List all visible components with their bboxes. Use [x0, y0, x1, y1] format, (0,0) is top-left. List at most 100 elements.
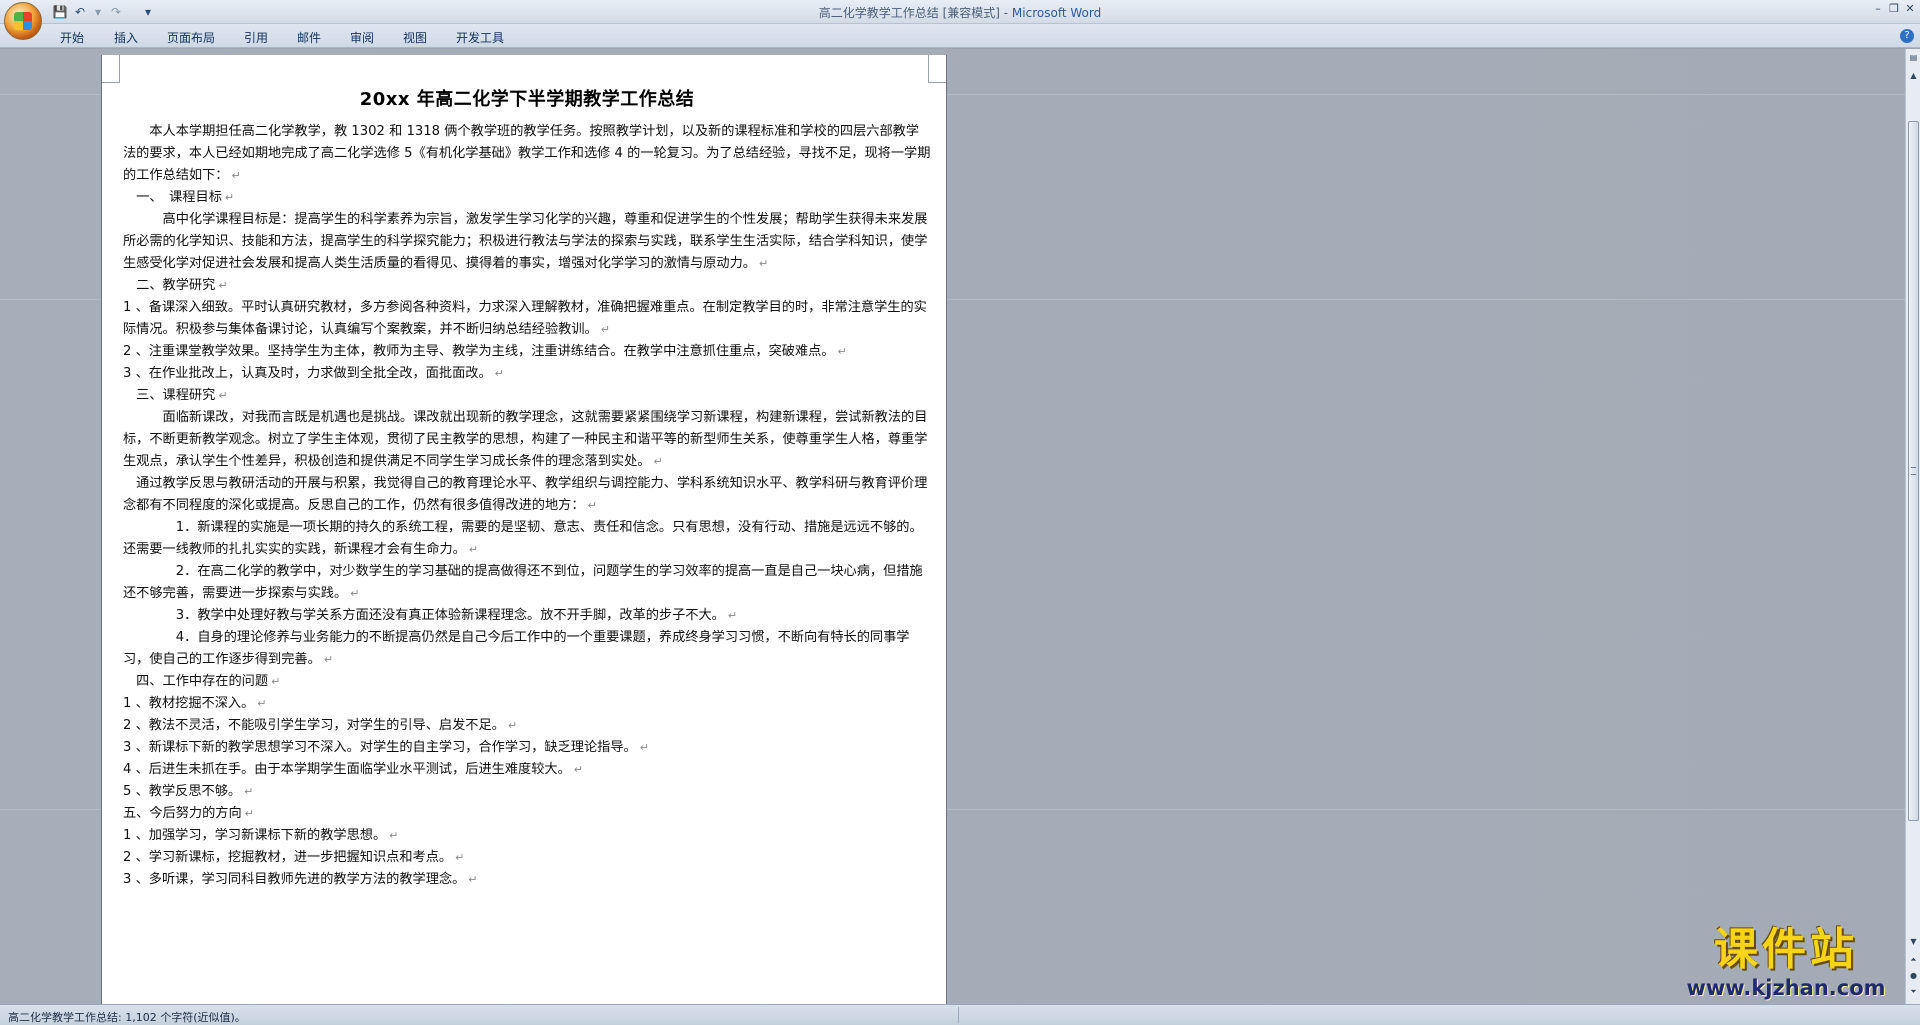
paragraph-mark-icon: ↵: [244, 807, 254, 820]
document-body[interactable]: 20xx 年高二化学下半学期教学工作总结 本人本学期担任高二化学教学，教 130…: [123, 85, 931, 891]
tab-mailings[interactable]: 邮件: [297, 29, 321, 46]
paragraph-text: 3 、在作业批改上，认真及时，力求做到全批全改，面批面改。: [123, 366, 492, 381]
paragraph-text: 一、 课程目标: [123, 190, 222, 205]
document-paragraph: 2 、教法不灵活，不能吸引学生学习，对学生的引导、启发不足。 ↵: [123, 715, 931, 737]
help-icon[interactable]: ?: [1900, 29, 1914, 43]
paragraph-text: 3 、新课标下新的教学思想学习不深入。对学生的自主学习，合作学习，缺乏理论指导。: [123, 740, 637, 755]
document-paragraph: 2 、注重课堂教学效果。坚持学生为主体，教师为主导、教学为主线，注重讲练结合。在…: [123, 341, 931, 363]
tab-page-layout[interactable]: 页面布局: [167, 29, 215, 46]
paragraph-mark-icon: ↵: [494, 367, 504, 380]
watermark-logo: 课件站 www.kjzhan.com: [1668, 924, 1904, 1002]
document-paragraph: 四、工作中存在的问题 ↵: [123, 671, 931, 693]
document-paragraph: 3 、多听课，学习同科目教师先进的教学方法的教学理念。 ↵: [123, 869, 931, 891]
paragraph-text: 通过教学反思与教研活动的开展与积累，我觉得自己的教育理论水平、教学组织与调控能力…: [123, 476, 928, 513]
document-paragraph: 2 、学习新课标，挖掘教材，进一步把握知识点和考点。 ↵: [123, 847, 931, 869]
title-bar: 💾 ↶ ▾ ↷ ▾ 高二化学教学工作总结 [兼容模式] - Microsoft …: [0, 0, 1920, 24]
document-paragraph: 1．新课程的实施是一项长期的持久的系统工程，需要的是坚韧、意志、责任和信念。只有…: [123, 517, 931, 561]
document-paragraph: 3 、在作业批改上，认真及时，力求做到全批全改，面批面改。 ↵: [123, 363, 931, 385]
paragraph-mark-icon: ↵: [231, 169, 241, 182]
paragraph-text: 面临新课改，对我而言既是机遇也是挑战。课改就出现新的教学理念，这就需要紧紧围绕学…: [123, 410, 928, 469]
paragraph-mark-icon: ↵: [587, 499, 597, 512]
next-page-icon[interactable]: ⏷: [1907, 985, 1920, 999]
vertical-scrollbar[interactable]: ▤ ▲ ▼ ⏶ ● ⏷: [1905, 49, 1920, 1004]
document-paragraph: 2．在高二化学的教学中，对少数学生的学习基础的提高做得还不到位，问题学生的学习效…: [123, 561, 931, 605]
restore-icon[interactable]: ❐: [1886, 2, 1902, 16]
paragraph-mark-icon: ↵: [727, 609, 738, 622]
paragraph-mark-icon: ↵: [244, 785, 254, 798]
document-heading: 20xx 年高二化学下半学期教学工作总结: [359, 89, 695, 110]
ribbon-tabs: 开始 插入 页面布局 引用 邮件 审阅 视图 开发工具 ?: [0, 24, 1920, 48]
paragraph-text: 1 、加强学习，学习新课标下新的教学思想。: [123, 828, 387, 843]
paragraph-mark-icon: ↵: [507, 719, 518, 732]
scrollbar-grip: [1911, 467, 1916, 475]
tab-home[interactable]: 开始: [60, 29, 84, 46]
tab-review[interactable]: 审阅: [350, 29, 374, 46]
paragraph-mark-icon: ↵: [271, 675, 281, 688]
document-workspace: 20xx 年高二化学下半学期教学工作总结 本人本学期担任高二化学教学，教 130…: [0, 49, 1905, 1004]
document-name: 高二化学教学工作总结 [兼容模式] -: [818, 6, 1012, 20]
document-paragraph: 一、 课程目标 ↵: [123, 187, 931, 209]
scroll-up-icon[interactable]: ▲: [1907, 69, 1920, 83]
paragraph-mark-icon: ↵: [257, 697, 267, 710]
paragraph-text: 本人本学期担任高二化学教学，教 1302 和 1318 俩个教学班的教学任务。按…: [123, 124, 931, 183]
paragraph-text: 1 、备课深入细致。平时认真研究教材，多方参阅各种资料，力求深入理解教材，准确把…: [123, 300, 927, 337]
paragraph-mark-icon: ↵: [224, 191, 235, 204]
document-paragraph: 通过教学反思与教研活动的开展与积累，我觉得自己的教育理论水平、教学组织与调控能力…: [123, 473, 931, 517]
office-button-icon[interactable]: [4, 2, 42, 40]
paragraph-mark-icon: ↵: [218, 389, 228, 402]
paragraph-text: 2 、教法不灵活，不能吸引学生学习，对学生的引导、启发不足。: [123, 718, 505, 733]
paragraph-mark-icon: ↵: [468, 873, 478, 886]
tab-developer[interactable]: 开发工具: [456, 29, 504, 46]
document-paragraph: 4．自身的理论修养与业务能力的不断提高仍然是自己今后工作中的一个重要课题，养成终…: [123, 627, 931, 671]
paragraph-mark-icon: ↵: [350, 587, 360, 600]
ruler-toggle-icon[interactable]: ▤: [1907, 51, 1920, 65]
tab-view[interactable]: 视图: [403, 29, 427, 46]
tab-insert[interactable]: 插入: [114, 29, 138, 46]
paragraph-mark-icon: ↵: [639, 741, 649, 754]
paragraph-text: 4．自身的理论修养与业务能力的不断提高仍然是自己今后工作中的一个重要课题，养成终…: [123, 630, 910, 667]
scrollbar-thumb[interactable]: [1908, 121, 1919, 821]
document-page[interactable]: 20xx 年高二化学下半学期教学工作总结 本人本学期担任高二化学教学，教 130…: [101, 55, 947, 1004]
paragraph-mark-icon: ↵: [759, 257, 769, 270]
paragraph-mark-icon: ↵: [218, 279, 228, 292]
scroll-down-icon[interactable]: ▼: [1907, 935, 1920, 949]
paragraph-mark-icon: ↵: [389, 829, 399, 842]
paragraph-text: 五、今后努力的方向: [123, 806, 242, 821]
paragraph-text: 2．在高二化学的教学中，对少数学生的学习基础的提高做得还不到位，问题学生的学习效…: [123, 564, 923, 601]
document-paragraph: 三、课程研究 ↵: [123, 385, 931, 407]
paragraph-text: 三、课程研究: [123, 388, 216, 403]
close-icon[interactable]: ✕: [1902, 2, 1918, 16]
paragraph-text: 高中化学课程目标是：提高学生的科学素养为宗旨，激发学生学习化学的兴趣，尊重和促进…: [123, 212, 928, 271]
paragraph-list: 本人本学期担任高二化学教学，教 1302 和 1318 俩个教学班的教学任务。按…: [123, 121, 931, 891]
document-paragraph: 五、今后努力的方向 ↵: [123, 803, 931, 825]
paragraph-text: 二、教学研究: [123, 278, 216, 293]
margin-corner-right: [928, 55, 946, 83]
document-paragraph: 5 、教学反思不够。 ↵: [123, 781, 931, 803]
paragraph-mark-icon: ↵: [468, 543, 479, 556]
tab-references[interactable]: 引用: [244, 29, 268, 46]
prev-page-icon[interactable]: ⏶: [1907, 953, 1920, 967]
paragraph-text: 5 、教学反思不够。: [123, 784, 242, 799]
document-paragraph: 高中化学课程目标是：提高学生的科学素养为宗旨，激发学生学习化学的兴趣，尊重和促进…: [123, 209, 931, 275]
status-divider: [958, 1007, 959, 1023]
document-paragraph: 4 、后进生未抓在手。由于本学期学生面临学业水平测试，后进生难度较大。 ↵: [123, 759, 931, 781]
document-paragraph: 1 、备课深入细致。平时认真研究教材，多方参阅各种资料，力求深入理解教材，准确把…: [123, 297, 931, 341]
paragraph-text: 1 、教材挖掘不深入。: [123, 696, 255, 711]
paragraph-mark-icon: ↵: [455, 851, 465, 864]
paragraph-mark-icon: ↵: [600, 323, 610, 336]
word-count-status[interactable]: 高二化学教学工作总结: 1,102 个字符(近似值)。: [8, 1009, 246, 1025]
paragraph-text: 1．新课程的实施是一项长期的持久的系统工程，需要的是坚韧、意志、责任和信念。只有…: [123, 520, 923, 557]
paragraph-text: 四、工作中存在的问题: [123, 674, 269, 689]
paragraph-text: 2 、学习新课标，挖掘教材，进一步把握知识点和考点。: [123, 850, 453, 865]
minimize-icon[interactable]: –: [1870, 2, 1886, 16]
paragraph-text: 4 、后进生未抓在手。由于本学期学生面临学业水平测试，后进生难度较大。: [123, 762, 571, 777]
paragraph-text: 3．教学中处理好教与学关系方面还没有真正体验新课程理念。放不开手脚，改革的步子不…: [123, 608, 725, 623]
status-bar: 高二化学教学工作总结: 1,102 个字符(近似值)。: [0, 1004, 1920, 1025]
paragraph-mark-icon: ↵: [837, 345, 847, 358]
document-paragraph: 二、教学研究 ↵: [123, 275, 931, 297]
document-paragraph: 1 、加强学习，学习新课标下新的教学思想。 ↵: [123, 825, 931, 847]
document-paragraph: 面临新课改，对我而言既是机遇也是挑战。课改就出现新的教学理念，这就需要紧紧围绕学…: [123, 407, 931, 473]
margin-corner-left: [102, 55, 120, 83]
select-browse-object-icon[interactable]: ●: [1907, 969, 1920, 983]
document-paragraph: 3 、新课标下新的教学思想学习不深入。对学生的自主学习，合作学习，缺乏理论指导。…: [123, 737, 931, 759]
